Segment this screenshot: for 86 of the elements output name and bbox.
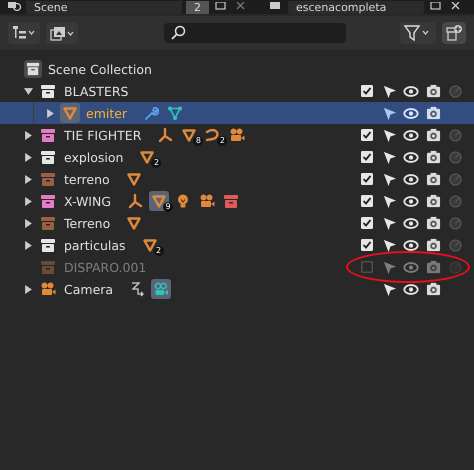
checkbox[interactable]: [361, 239, 373, 251]
render-camera-icon[interactable]: [426, 128, 440, 142]
render-camera-icon[interactable]: [426, 282, 440, 296]
triangle-icon: [126, 171, 142, 187]
select-cursor-icon[interactable]: [382, 172, 396, 186]
expand-arrow-icon[interactable]: [24, 218, 33, 228]
triangle-icon: [62, 105, 78, 121]
count-badge: 2: [217, 136, 228, 146]
bone-icon: [157, 127, 174, 143]
camera-data-icon: [153, 281, 170, 297]
count-badge: 2: [154, 246, 164, 256]
tree-item-label[interactable]: particulas: [64, 238, 126, 252]
checkbox[interactable]: [361, 173, 373, 185]
wrench-icon: [143, 105, 160, 121]
select-cursor-icon[interactable]: [382, 150, 396, 164]
render-camera-icon[interactable]: [426, 238, 440, 252]
checkbox[interactable]: [361, 85, 373, 97]
checkbox[interactable]: [361, 129, 373, 141]
tree-item-label[interactable]: TIE FIGHTER: [64, 128, 142, 142]
scene-field[interactable]: Scene: [26, 0, 182, 14]
eye-icon[interactable]: [403, 194, 419, 208]
select-cursor-icon[interactable]: [382, 282, 396, 296]
expand-arrow-icon[interactable]: [24, 284, 33, 294]
tree-item-label[interactable]: X-WING: [64, 194, 112, 208]
checkbox[interactable]: [361, 195, 373, 207]
curve-icon: [205, 127, 222, 143]
render-camera-icon[interactable]: [426, 150, 440, 164]
filter-view-dropdown[interactable]: [46, 22, 78, 44]
count-badge: 9: [163, 202, 174, 212]
expand-arrow-icon[interactable]: [46, 108, 55, 118]
eye-icon[interactable]: [403, 172, 419, 186]
new-collection-button[interactable]: [442, 22, 466, 44]
view-layer-field[interactable]: escenacompleta: [288, 0, 424, 14]
collapse-arrow-icon[interactable]: [24, 86, 33, 96]
tree-item-label[interactable]: explosion: [64, 150, 124, 164]
scene-icon[interactable]: [6, 2, 22, 12]
render-camera-icon[interactable]: [426, 194, 440, 208]
users-count[interactable]: 2: [186, 0, 209, 14]
select-cursor-icon[interactable]: [382, 238, 396, 252]
select-cursor-icon[interactable]: [382, 128, 396, 142]
expand-arrow-icon[interactable]: [24, 196, 33, 206]
tree-item-label[interactable]: terreno: [64, 172, 110, 186]
bone-icon: [127, 193, 144, 209]
eye-icon[interactable]: [403, 238, 419, 252]
expand-arrow-icon[interactable]: [24, 174, 33, 184]
triangle-icon: [139, 149, 156, 165]
search-field[interactable]: [164, 23, 346, 43]
eye-icon[interactable]: [403, 282, 419, 296]
select-cursor-icon[interactable]: [382, 194, 396, 208]
select-cursor-icon[interactable]: [382, 216, 396, 230]
count-badge: 2: [151, 158, 162, 168]
expand-arrow-icon[interactable]: [24, 130, 33, 140]
render-camera-icon[interactable]: [426, 216, 440, 230]
checkbox[interactable]: [361, 151, 373, 163]
triangle-icon: [126, 215, 142, 231]
count-badge: 8: [193, 136, 204, 146]
render-camera-icon[interactable]: [426, 84, 440, 98]
vertex-triangle-icon: [167, 105, 184, 121]
film-camera-icon: [199, 193, 216, 209]
triangle-icon: [151, 193, 168, 209]
eye-icon[interactable]: [403, 128, 419, 142]
checkbox[interactable]: [361, 217, 373, 229]
tree-item-label[interactable]: Terreno: [64, 216, 110, 230]
triangle-icon: [142, 237, 158, 253]
render-camera-icon[interactable]: [426, 106, 440, 120]
eye-icon[interactable]: [403, 84, 419, 98]
display-mode-dropdown[interactable]: [8, 22, 40, 44]
search-icon: [170, 25, 186, 41]
eye-icon[interactable]: [403, 150, 419, 164]
collection-icon: [223, 193, 240, 209]
film-camera-icon: [40, 281, 56, 297]
filter-dropdown[interactable]: [400, 22, 436, 44]
constraint-arrow-icon: [129, 281, 146, 297]
render-camera-icon[interactable]: [426, 172, 440, 186]
select-cursor-icon[interactable]: [382, 84, 396, 98]
scene-collection-icon: [24, 60, 42, 78]
tree-item-label[interactable]: Scene Collection: [48, 62, 152, 76]
eye-icon[interactable]: [403, 106, 419, 120]
tree-item-label[interactable]: emiter: [86, 106, 128, 120]
tree-item-label[interactable]: Camera: [64, 282, 114, 296]
expand-arrow-icon[interactable]: [24, 152, 33, 162]
expand-arrow-icon[interactable]: [24, 240, 33, 250]
triangle-icon: [181, 127, 198, 143]
tree-item-label[interactable]: BLASTERS: [64, 84, 128, 98]
eye-icon[interactable]: [403, 216, 419, 230]
film-camera-icon: [229, 127, 246, 143]
